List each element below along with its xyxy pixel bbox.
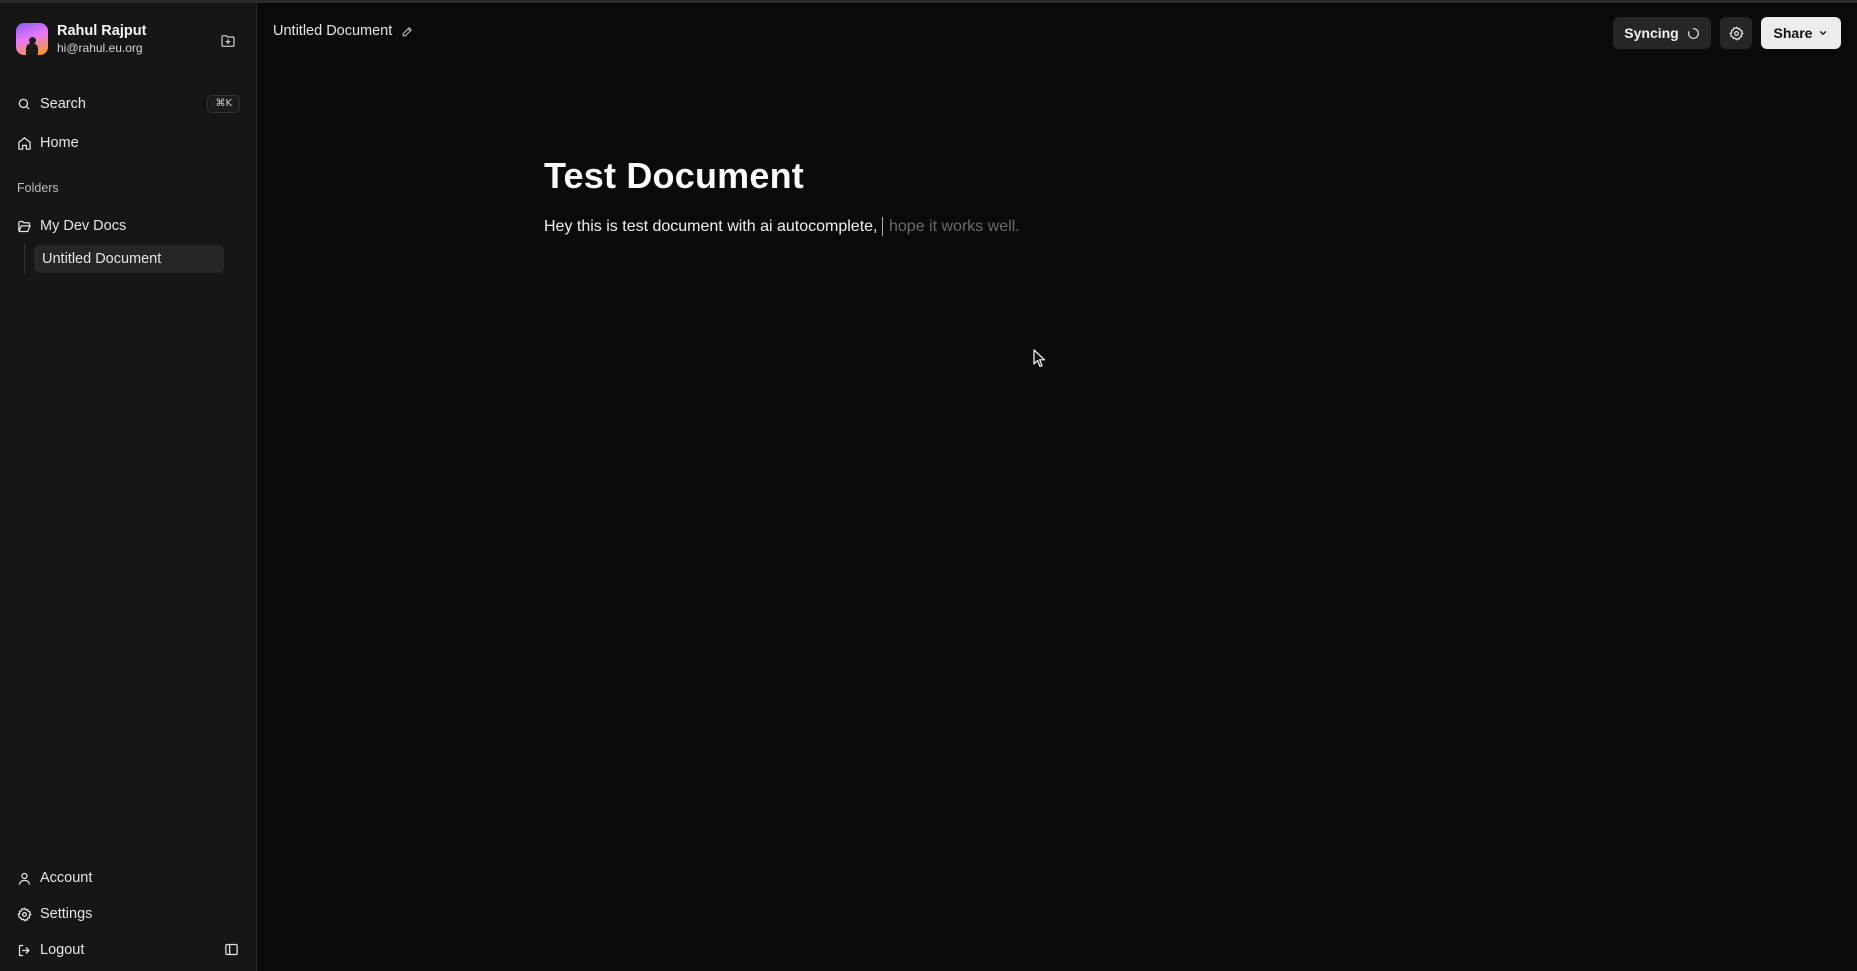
home-icon [17, 136, 31, 150]
account-label: Account [40, 870, 93, 886]
user-name: Rahul Rajput [57, 23, 147, 40]
folder-plus-icon [221, 35, 235, 47]
spinner-icon [1687, 27, 1699, 39]
paragraph-text: Hey this is test document with ai autoco… [544, 217, 878, 235]
folder-item-my-dev-docs[interactable]: My Dev Docs [10, 211, 240, 241]
logout-icon [18, 944, 29, 956]
avatar [16, 23, 48, 55]
document-editor[interactable]: Test Document Hey this is test document … [544, 155, 1444, 236]
logout-label: Logout [40, 942, 85, 958]
main-area: Untitled Document Syncing Share Test Doc… [257, 3, 1857, 971]
sidebar-item-logout[interactable]: Logout [10, 935, 240, 965]
document-item-untitled[interactable]: Untitled Document [34, 245, 224, 273]
share-button[interactable]: Share [1761, 17, 1841, 49]
document-title-bar: Untitled Document [273, 23, 415, 39]
sidebar-item-settings[interactable]: Settings [10, 899, 240, 929]
top-actions: Syncing Share [1613, 17, 1841, 49]
text-caret [881, 217, 883, 236]
sidebar-toggle-button[interactable] [222, 940, 240, 958]
autocomplete-suggestion[interactable]: hope it works well. [889, 218, 1020, 236]
sidebar-item-home[interactable]: Home [10, 128, 240, 158]
gear-icon [16, 906, 32, 922]
pencil-icon [402, 26, 413, 36]
document-title[interactable]: Untitled Document [273, 23, 392, 39]
search-button[interactable]: Search ⌘K [10, 89, 240, 119]
sidebar-item-account[interactable]: Account [10, 863, 240, 893]
folder-label: My Dev Docs [40, 218, 127, 234]
search-label: Search [40, 96, 86, 112]
gear-icon [1728, 25, 1744, 41]
home-label: Home [40, 135, 79, 151]
user-profile[interactable]: Rahul Rajput hi@rahul.eu.org [16, 19, 240, 59]
document-heading[interactable]: Test Document [544, 155, 1444, 197]
share-label: Share [1773, 25, 1813, 41]
user-icon [18, 872, 30, 885]
app-window: Rahul Rajput hi@rahul.eu.org Search ⌘K H… [0, 0, 1857, 971]
search-shortcut-badge: ⌘K [207, 95, 240, 113]
tree-line [24, 244, 25, 274]
folders-heading: Folders [17, 181, 59, 195]
document-paragraph[interactable]: Hey this is test document with ai autoco… [544, 217, 1444, 236]
sync-label: Syncing [1624, 25, 1679, 41]
mouse-cursor-icon [1033, 349, 1046, 368]
user-email: hi@rahul.eu.org [57, 40, 143, 55]
settings-button[interactable] [1720, 17, 1752, 49]
sidebar: Rahul Rajput hi@rahul.eu.org Search ⌘K H… [0, 3, 257, 971]
sync-status-button[interactable]: Syncing [1613, 17, 1711, 49]
panel-left-icon [224, 943, 238, 955]
chevron-down-icon [1820, 31, 1827, 36]
search-icon [18, 98, 30, 110]
rename-button[interactable] [401, 24, 415, 38]
new-folder-button[interactable] [216, 29, 240, 53]
folder-open-icon [17, 220, 31, 232]
settings-label: Settings [40, 906, 93, 922]
